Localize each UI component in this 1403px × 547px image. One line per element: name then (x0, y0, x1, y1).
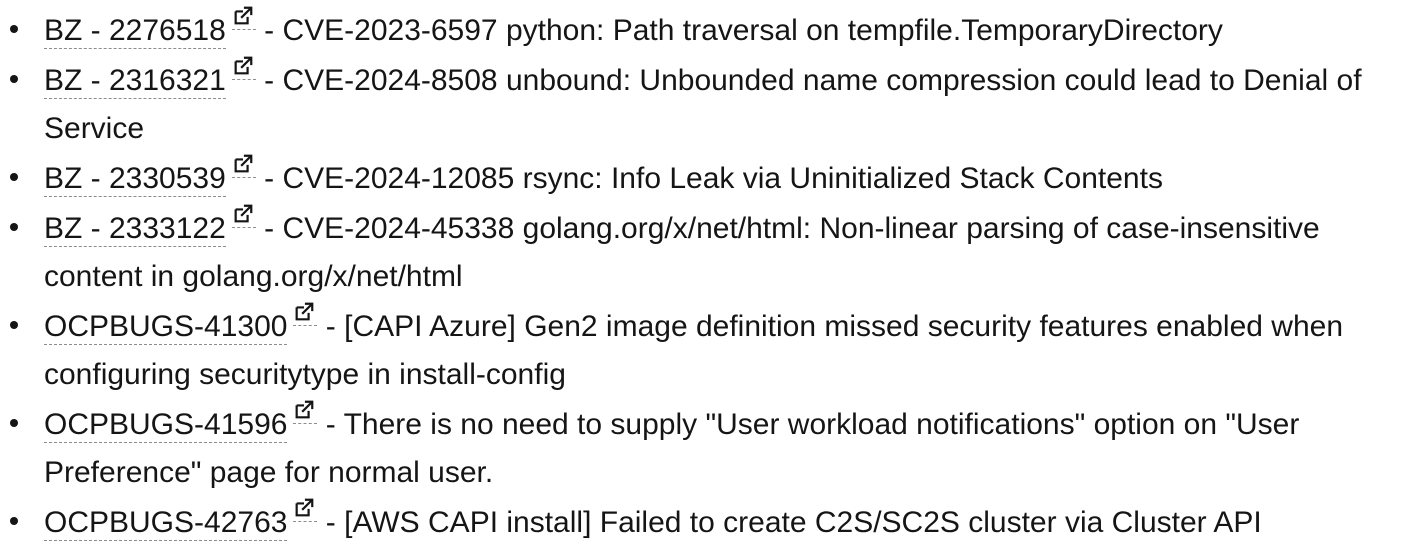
external-link-icon[interactable] (231, 5, 256, 30)
bullet-icon (10, 75, 18, 83)
issue-link[interactable]: OCPBUGS-41300 (44, 310, 288, 345)
external-link-icon[interactable] (293, 497, 318, 522)
bullet-icon (10, 223, 18, 231)
separator: - (255, 64, 283, 97)
external-link-icon[interactable] (293, 399, 318, 424)
bullet-icon (10, 173, 18, 181)
issue-description: CVE-2023-6597 python: Path traversal on … (282, 14, 1223, 47)
separator: - (255, 212, 283, 245)
external-link-icon[interactable] (231, 203, 256, 228)
list-item: BZ - 2316321 - CVE-2024-8508 unbound: Un… (0, 55, 1403, 153)
bullet-icon (10, 321, 18, 329)
separator: - (255, 14, 283, 47)
issue-link[interactable]: BZ - 2330539 (44, 162, 226, 197)
external-link-icon[interactable] (231, 55, 256, 80)
issue-link[interactable]: BZ - 2316321 (44, 64, 226, 99)
issue-link[interactable]: BZ - 2333122 (44, 212, 226, 247)
separator: - (317, 310, 345, 343)
separator: - (317, 408, 344, 441)
bullet-icon (10, 25, 18, 33)
issue-link[interactable]: OCPBUGS-41596 (44, 408, 288, 443)
separator: - (317, 506, 345, 539)
separator: - (255, 162, 283, 195)
list-item: OCPBUGS-41300 - [CAPI Azure] Gen2 image … (0, 301, 1403, 399)
issue-link[interactable]: BZ - 2276518 (44, 14, 226, 49)
bullet-icon (10, 419, 18, 427)
list-item: BZ - 2330539 - CVE-2024-12085 rsync: Inf… (0, 153, 1403, 203)
issue-description: [AWS CAPI install] Failed to create C2S/… (344, 506, 1262, 539)
external-link-icon[interactable] (293, 301, 318, 326)
list-item: OCPBUGS-41596 - There is no need to supp… (0, 399, 1403, 497)
list-item: BZ - 2333122 - CVE-2024-45338 golang.org… (0, 203, 1403, 301)
list-item: BZ - 2276518 - CVE-2023-6597 python: Pat… (0, 5, 1403, 55)
list-item: OCPBUGS-42763 - [AWS CAPI install] Faile… (0, 497, 1403, 547)
issue-description: CVE-2024-12085 rsync: Info Leak via Unin… (282, 162, 1163, 195)
fixed-issues-list: BZ - 2276518 - CVE-2023-6597 python: Pat… (0, 5, 1403, 547)
external-link-icon[interactable] (231, 153, 256, 178)
